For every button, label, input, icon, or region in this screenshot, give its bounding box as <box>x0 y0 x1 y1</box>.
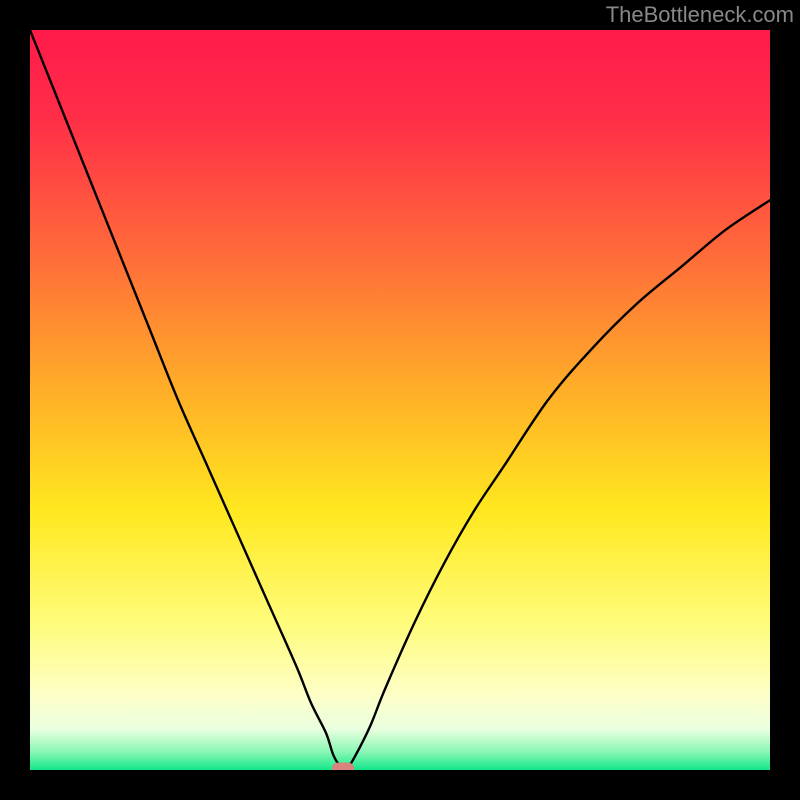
plot-area <box>30 30 770 770</box>
watermark-text: TheBottleneck.com <box>606 2 794 28</box>
chart-container: TheBottleneck.com <box>0 0 800 800</box>
gradient-background <box>30 30 770 770</box>
chart-svg <box>30 30 770 770</box>
optimum-marker <box>332 763 354 770</box>
